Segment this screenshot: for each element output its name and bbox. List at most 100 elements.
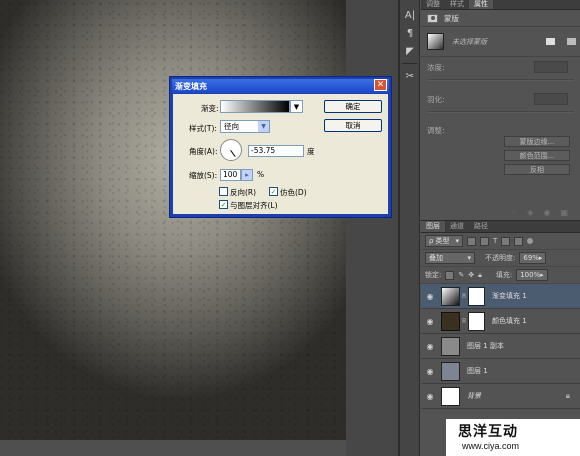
layer-mask-thumbnail[interactable] xyxy=(468,311,485,331)
lock-label: 锁定: xyxy=(425,271,442,279)
style-value: 径向 xyxy=(224,122,239,131)
dither-checkbox[interactable]: ✓ xyxy=(269,187,278,196)
layer-thumbnail xyxy=(441,311,460,331)
fill-field[interactable]: 100% ▸ xyxy=(516,269,548,281)
filter-shape-icon[interactable] xyxy=(501,236,511,246)
properties-footer-icons: ⁘ ◈ ◉ ▦ xyxy=(421,206,580,218)
mask-thumbnail[interactable] xyxy=(427,33,444,50)
layer-row[interactable]: ◉ 背景 🔒︎ xyxy=(421,384,580,409)
opacity-label: 不透明度: xyxy=(485,254,516,262)
filter-type-icon[interactable]: T xyxy=(493,237,497,245)
filter-pixel-icon[interactable] xyxy=(466,236,476,246)
layer-row[interactable]: ◉ 8 渐变填充 1 xyxy=(421,284,580,309)
lock-transparent-icon[interactable] xyxy=(445,270,455,280)
cancel-button[interactable]: 取消 xyxy=(324,119,382,132)
gradient-picker-arrow[interactable]: ▼ xyxy=(290,100,303,113)
filter-kind-select[interactable]: ρ 类型 ▾ xyxy=(425,235,463,247)
chevron-down-icon[interactable]: ▼ xyxy=(258,121,269,132)
visibility-icon[interactable]: ◉ xyxy=(543,208,550,217)
feather-field[interactable] xyxy=(534,93,568,105)
eye-icon[interactable]: ◉ xyxy=(421,392,439,401)
tab-styles[interactable]: 样式 xyxy=(445,0,469,9)
brush-panel-icon[interactable]: ◤ xyxy=(400,42,420,60)
layer-mask-thumbnail[interactable] xyxy=(468,286,485,306)
tab-layers[interactable]: 图层 xyxy=(421,221,445,232)
close-icon[interactable]: ✕ xyxy=(374,79,387,91)
paragraph-panel-icon[interactable]: ¶ xyxy=(400,24,420,42)
blend-row: 叠加 ▾ 不透明度: 69% ▸ xyxy=(421,250,580,267)
tool-presets-icon[interactable]: ✂ xyxy=(400,67,420,85)
link-icon: 8 xyxy=(461,292,467,300)
eye-icon[interactable]: ◉ xyxy=(421,342,439,351)
reverse-checkbox[interactable] xyxy=(219,187,228,196)
layer-name[interactable]: 背景 xyxy=(467,391,481,401)
layer-name[interactable]: 图层 1 副本 xyxy=(467,341,504,351)
tab-channels[interactable]: 通道 xyxy=(445,221,469,232)
filter-adjustment-icon[interactable] xyxy=(479,236,489,246)
color-range-button[interactable]: 颜色范围... xyxy=(504,150,570,161)
style-label: 样式(T): xyxy=(189,124,217,133)
scale-input[interactable]: 100 xyxy=(220,169,241,181)
filter-smart-icon[interactable] xyxy=(514,236,524,246)
feather-slider[interactable] xyxy=(427,111,574,113)
lock-paint-icon[interactable]: ✎ xyxy=(458,271,464,279)
properties-header: 蒙版 xyxy=(421,10,580,27)
opacity-value: 69% xyxy=(523,254,539,262)
layer-name[interactable]: 图层 1 xyxy=(467,366,488,376)
density-label: 浓度: xyxy=(427,62,445,72)
angle-value: -53.75 xyxy=(251,146,276,155)
gradient-label: 渐变: xyxy=(201,104,219,113)
properties-title: 蒙版 xyxy=(444,13,459,23)
properties-tabbar: 调整 样式 属性 xyxy=(421,0,580,10)
blend-mode-select[interactable]: 叠加 ▾ xyxy=(425,252,475,264)
lock-move-icon[interactable]: ✥ xyxy=(468,271,474,279)
apply-mask-icon[interactable]: ◈ xyxy=(527,208,533,217)
align-checkbox[interactable]: ✓ xyxy=(219,200,228,209)
load-selection-icon[interactable]: ⁘ xyxy=(511,208,518,217)
watermark-logo: 思洋互动 www.ciya.com xyxy=(446,419,580,456)
layer-row[interactable]: ◉ 8 颜色填充 1 xyxy=(421,309,580,334)
angle-dial[interactable] xyxy=(220,139,242,161)
pixel-mask-icon[interactable] xyxy=(546,38,555,45)
refine-label: 调整: xyxy=(427,126,445,135)
eye-icon[interactable]: ◉ xyxy=(421,317,439,326)
scale-unit: % xyxy=(257,170,265,179)
feather-label: 羽化: xyxy=(427,94,445,104)
gradient-preview[interactable] xyxy=(220,100,290,113)
style-select[interactable]: 径向 ▼ xyxy=(220,120,270,133)
invert-button[interactable]: 反相 xyxy=(504,164,570,175)
tab-properties[interactable]: 属性 xyxy=(469,0,493,9)
ok-button[interactable]: 确定 xyxy=(324,100,382,113)
trash-icon[interactable]: ▦ xyxy=(560,208,568,217)
eye-icon[interactable]: ◉ xyxy=(421,292,439,301)
layer-name[interactable]: 渐变填充 1 xyxy=(492,291,527,301)
dialog-title: 渐变填充 xyxy=(175,81,207,91)
scale-slider-arrow[interactable]: ▸ xyxy=(241,169,253,181)
layer-thumbnail xyxy=(441,286,460,306)
dialog-body: 渐变: ▼ 样式(T): 径向 ▼ 角度(A): -53.75 度 缩放(S):… xyxy=(173,94,388,214)
opacity-field[interactable]: 69% ▸ xyxy=(519,252,547,264)
density-slider[interactable] xyxy=(427,79,574,81)
tab-adjustments[interactable]: 调整 xyxy=(421,0,445,9)
mask-edge-button[interactable]: 蒙版边缘... xyxy=(504,136,570,147)
character-panel-icon[interactable]: A| xyxy=(400,6,420,24)
dialog-titlebar[interactable]: 渐变填充 xyxy=(172,79,389,93)
panel-icon-strip: A| ¶ ◤ ✂ xyxy=(400,0,420,456)
angle-input[interactable]: -53.75 xyxy=(248,145,304,157)
eye-icon[interactable]: ◉ xyxy=(421,367,439,376)
lock-all-icon[interactable]: 🔒︎ xyxy=(478,271,482,280)
filter-toggle-icon[interactable] xyxy=(527,238,534,244)
layer-row[interactable]: ◉ 图层 1 副本 xyxy=(421,334,580,359)
layer-row[interactable]: ◉ 图层 1 xyxy=(421,359,580,384)
mask-row: 未选择蒙版 xyxy=(421,27,580,57)
canvas-image[interactable] xyxy=(0,0,346,440)
tab-paths[interactable]: 路径 xyxy=(469,221,493,232)
layers-tabbar: 图层 通道 路径 xyxy=(421,221,580,233)
mask-status-text: 未选择蒙版 xyxy=(452,37,487,46)
layer-name[interactable]: 颜色填充 1 xyxy=(492,316,527,326)
density-field[interactable] xyxy=(534,61,568,73)
angle-dial-hand xyxy=(230,150,236,158)
document-workspace xyxy=(0,0,398,456)
vector-mask-icon[interactable] xyxy=(567,38,576,45)
reverse-label: 反向(R) xyxy=(230,188,257,197)
